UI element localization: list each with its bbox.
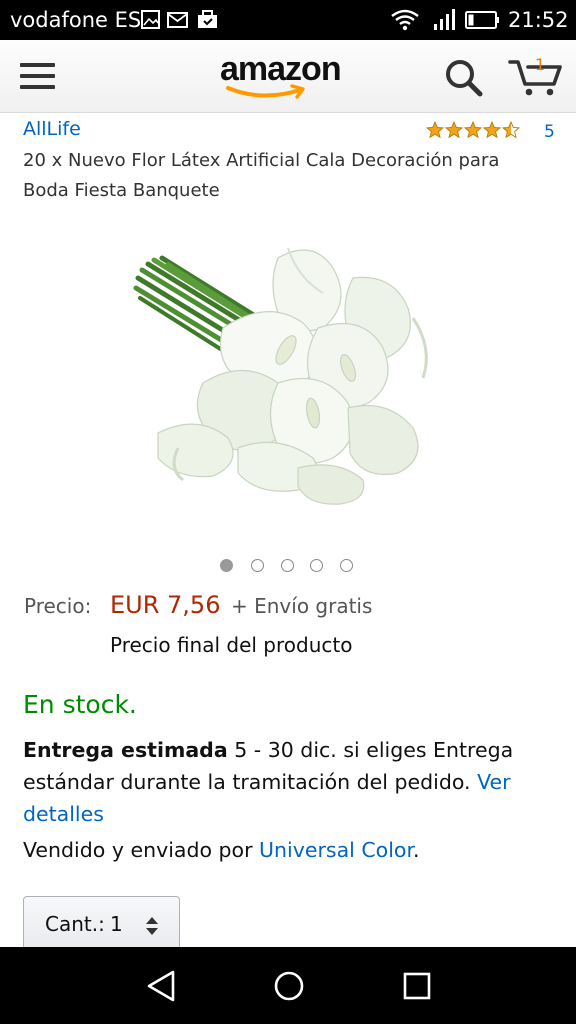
quantity-value: 1	[110, 912, 123, 936]
back-icon[interactable]	[144, 969, 178, 1008]
briefcase-icon	[198, 10, 217, 28]
carousel-dot-1[interactable]	[220, 559, 233, 572]
system-nav-bar	[0, 947, 576, 1024]
shipping-note: + Envío gratis	[231, 594, 373, 618]
final-price-note: Precio final del producto	[110, 633, 353, 657]
cart-count-badge: 1	[535, 55, 546, 74]
carrier-name: vodafone ES	[10, 8, 142, 32]
system-icons	[390, 8, 502, 37]
price-value: EUR 7,56	[110, 591, 221, 619]
recent-apps-icon[interactable]	[402, 971, 432, 1006]
clock: 21:52	[508, 8, 569, 32]
amazon-logo[interactable]: amazon	[218, 50, 358, 102]
battery-icon	[465, 11, 499, 29]
seller-link[interactable]: Universal Color	[259, 838, 413, 862]
notification-icons	[141, 9, 221, 36]
product-title: 20 x Nuevo Flor Látex Artificial Cala De…	[23, 150, 500, 201]
seller-info: Vendido y enviado por Universal Color.	[23, 838, 420, 862]
delivery-estimate: Entrega estimada 5 - 30 dic. si eliges E…	[23, 734, 553, 830]
carousel-dot-3[interactable]	[281, 559, 294, 572]
home-icon[interactable]	[272, 969, 306, 1008]
seller-suffix: .	[413, 838, 420, 862]
carousel-dot-2[interactable]	[251, 559, 264, 572]
half-star-icon	[502, 121, 520, 138]
quantity-label: Cant.:	[45, 912, 105, 936]
cart-button[interactable]: 1	[508, 54, 564, 98]
search-icon[interactable]	[444, 58, 484, 103]
image-icon	[141, 10, 160, 29]
menu-icon[interactable]	[20, 62, 56, 90]
review-count-link[interactable]: 5	[544, 122, 555, 142]
star-icon	[483, 121, 501, 138]
product-image[interactable]	[128, 218, 448, 528]
mail-icon	[167, 12, 188, 28]
price-label: Precio:	[24, 594, 92, 618]
stock-status: En stock.	[23, 690, 137, 719]
delivery-label: Entrega estimada	[23, 738, 228, 762]
star-rating[interactable]	[426, 121, 522, 144]
star-icon	[464, 121, 482, 138]
brand-link[interactable]: AllLife	[23, 118, 81, 140]
star-icon	[426, 121, 444, 138]
signal-icon	[434, 9, 455, 30]
carousel-dot-5[interactable]	[340, 559, 353, 572]
wifi-icon	[391, 9, 419, 31]
app-header: amazon 1	[0, 40, 576, 113]
select-arrows-icon	[144, 915, 160, 942]
seller-prefix: Vendido y enviado por	[23, 838, 253, 862]
logo-smile-icon	[226, 84, 305, 99]
status-bar: vodafone ES 21:52	[0, 0, 576, 40]
star-icon	[445, 121, 463, 138]
carousel-dot-4[interactable]	[310, 559, 323, 572]
